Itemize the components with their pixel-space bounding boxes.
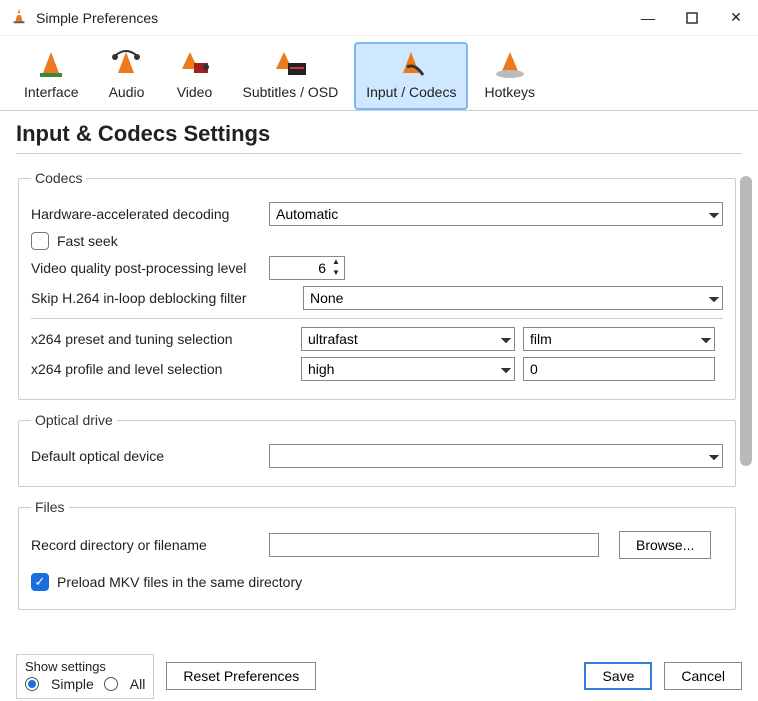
video-icon — [174, 48, 214, 80]
optical-legend: Optical drive — [31, 412, 117, 428]
window-title: Simple Preferences — [36, 10, 636, 26]
show-simple-radio[interactable] — [25, 677, 39, 691]
tab-hotkeys[interactable]: Hotkeys — [472, 42, 547, 110]
browse-button[interactable]: Browse... — [619, 531, 711, 559]
skip-deblock-label: Skip H.264 in-loop deblocking filter — [31, 290, 295, 306]
tab-interface[interactable]: Interface — [12, 42, 90, 110]
audio-icon — [106, 48, 146, 80]
show-all-radio[interactable] — [104, 677, 118, 691]
codecs-icon — [391, 48, 431, 80]
profile-label: x264 profile and level selection — [31, 361, 293, 377]
tab-label: Interface — [24, 84, 78, 100]
maximize-button[interactable] — [680, 6, 704, 30]
preset-label: x264 preset and tuning selection — [31, 331, 293, 347]
hotkeys-icon — [490, 48, 530, 80]
tab-label: Subtitles / OSD — [242, 84, 338, 100]
tab-label: Input / Codecs — [366, 84, 456, 100]
x264-preset-select[interactable]: ultrafast — [301, 327, 515, 351]
tab-subtitles[interactable]: Subtitles / OSD — [230, 42, 350, 110]
scrollbar[interactable] — [740, 176, 752, 466]
reset-preferences-button[interactable]: Reset Preferences — [166, 662, 316, 690]
show-all-label: All — [130, 676, 146, 692]
tab-audio[interactable]: Audio — [94, 42, 158, 110]
hw-decoding-label: Hardware-accelerated decoding — [31, 206, 261, 222]
divider — [16, 153, 742, 154]
record-dir-input[interactable] — [269, 533, 599, 557]
x264-level-input[interactable] — [523, 357, 715, 381]
codecs-legend: Codecs — [31, 170, 86, 186]
optical-device-select[interactable] — [269, 444, 723, 468]
show-settings-title: Show settings — [25, 659, 145, 674]
x264-tuning-select[interactable]: film — [523, 327, 715, 351]
record-dir-label: Record directory or filename — [31, 537, 261, 553]
tab-label: Audio — [109, 84, 145, 100]
files-legend: Files — [31, 499, 69, 515]
subtitles-icon — [270, 48, 310, 80]
files-group: Files Record directory or filename Brows… — [18, 499, 736, 610]
save-button[interactable]: Save — [584, 662, 652, 690]
page-title: Input & Codecs Settings — [16, 121, 742, 147]
cancel-button[interactable]: Cancel — [664, 662, 742, 690]
show-settings-group: Show settings Simple All — [16, 654, 154, 699]
tab-input-codecs[interactable]: Input / Codecs — [354, 42, 468, 110]
settings-content: Codecs Hardware-accelerated decoding Aut… — [0, 160, 758, 626]
spin-buttons[interactable]: ▲▼ — [328, 257, 344, 279]
show-simple-label: Simple — [51, 676, 94, 692]
codecs-group: Codecs Hardware-accelerated decoding Aut… — [18, 170, 736, 400]
skip-deblock-select[interactable]: None — [303, 286, 723, 310]
optical-device-label: Default optical device — [31, 448, 261, 464]
titlebar: Simple Preferences ― ✕ — [0, 0, 758, 36]
tab-label: Hotkeys — [484, 84, 535, 100]
tab-label: Video — [177, 84, 213, 100]
category-tabs: Interface Audio Video Subtitles / OSD In… — [0, 36, 758, 111]
fast-seek-label: Fast seek — [57, 233, 118, 249]
divider — [31, 318, 723, 319]
minimize-button[interactable]: ― — [636, 6, 660, 30]
interface-icon — [31, 48, 71, 80]
optical-group: Optical drive Default optical device — [18, 412, 736, 487]
x264-profile-select[interactable]: high — [301, 357, 515, 381]
app-icon — [10, 7, 28, 28]
fast-seek-checkbox[interactable] — [31, 232, 49, 250]
close-button[interactable]: ✕ — [724, 6, 748, 30]
tab-video[interactable]: Video — [162, 42, 226, 110]
footer: Show settings Simple All Reset Preferenc… — [0, 655, 758, 701]
postproc-label: Video quality post-processing level — [31, 260, 261, 276]
preload-mkv-checkbox[interactable]: ✓ — [31, 573, 49, 591]
hw-decoding-select[interactable]: Automatic — [269, 202, 723, 226]
preload-mkv-label: Preload MKV files in the same directory — [57, 574, 302, 590]
